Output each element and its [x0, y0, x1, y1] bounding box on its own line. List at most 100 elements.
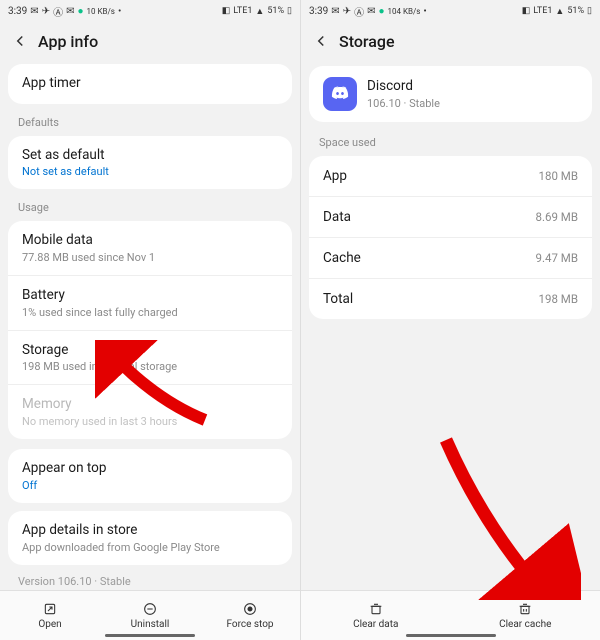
btn-label: Clear cache: [499, 619, 551, 630]
kv-val: 9.47 MB: [536, 251, 578, 265]
stop-circle-icon: [242, 601, 258, 617]
row-label: App details in store: [22, 522, 278, 540]
status-time: 3:39: [8, 6, 27, 17]
row-label: Battery: [22, 287, 278, 305]
status-icon: ✉: [367, 6, 375, 17]
row-data-size: Data 8.69 MB: [309, 197, 592, 238]
battery-pct: 51%: [567, 6, 584, 16]
status-more: •: [118, 6, 121, 17]
status-icon: ✉: [66, 6, 74, 17]
battery-icon: ▯: [287, 6, 292, 16]
status-icon: Ⓐ: [354, 4, 364, 19]
kv-val: 8.69 MB: [536, 210, 578, 224]
app-name: Discord: [367, 78, 440, 96]
bottom-bar: Open Uninstall Force stop: [0, 590, 300, 640]
btn-label: Uninstall: [131, 619, 170, 630]
trash-cache-icon: [517, 601, 533, 617]
row-label: Storage: [22, 342, 278, 360]
status-bar: 3:39 ✉ ✈ Ⓐ ✉ ● 104 KB/s • ◧ LTE1 ▲ 51% ▯: [301, 0, 600, 22]
page-title: App info: [38, 32, 98, 51]
back-button[interactable]: [10, 31, 30, 51]
wifi-icon: ◧: [522, 6, 531, 16]
kv-val: 180 MB: [539, 169, 578, 183]
app-version: 106.10 · Stable: [367, 97, 440, 110]
net-speed: 10 KB/s: [87, 7, 115, 16]
home-indicator[interactable]: [406, 634, 496, 637]
clear-cache-button[interactable]: Clear cache: [451, 591, 600, 640]
row-sub: No memory used in last 3 hours: [22, 415, 278, 428]
row-sub: 198 MB used in Internal storage: [22, 360, 278, 373]
status-icon: ✉: [30, 6, 38, 17]
content-scroll[interactable]: Discord 106.10 · Stable Space used App 1…: [301, 60, 600, 590]
net-speed: 104 KB/s: [388, 7, 421, 16]
screen-app-info: 3:39 ✉ ✈ Ⓐ ✉ ● 10 KB/s • ◧ LTE1 ▲ 51% ▯ …: [0, 0, 300, 640]
row-sub: Off: [22, 479, 278, 492]
row-label: Mobile data: [22, 232, 278, 250]
row-label: App timer: [22, 75, 278, 93]
row-label: Set as default: [22, 147, 278, 165]
kv-val: 198 MB: [539, 292, 578, 306]
row-sub: 1% used since last fully charged: [22, 306, 278, 319]
row-set-default[interactable]: Set as default Not set as default: [8, 136, 292, 190]
row-label: Appear on top: [22, 460, 278, 478]
btn-label: Force stop: [226, 619, 273, 630]
signal-icon: ▲: [255, 6, 264, 17]
open-icon: [42, 601, 58, 617]
minus-circle-icon: [142, 601, 158, 617]
telegram-icon: ✈: [42, 6, 50, 17]
lte-label: LTE1: [233, 6, 252, 16]
status-time: 3:39: [309, 6, 328, 17]
version-label: Version 106.10 · Stable: [0, 569, 300, 590]
row-sub: Not set as default: [22, 165, 278, 178]
clear-data-button[interactable]: Clear data: [301, 591, 451, 640]
screen-storage: 3:39 ✉ ✈ Ⓐ ✉ ● 104 KB/s • ◧ LTE1 ▲ 51% ▯…: [300, 0, 600, 640]
uninstall-button[interactable]: Uninstall: [100, 591, 200, 640]
row-total-size: Total 198 MB: [309, 279, 592, 319]
kv-key: Data: [323, 209, 351, 225]
telegram-icon: ✈: [343, 6, 351, 17]
page-title: Storage: [339, 32, 395, 51]
status-icon: Ⓐ: [53, 4, 63, 19]
row-app-timer[interactable]: App timer: [8, 64, 292, 104]
kv-key: Cache: [323, 250, 361, 266]
open-button[interactable]: Open: [0, 591, 100, 640]
row-battery[interactable]: Battery 1% used since last fully charged: [8, 276, 292, 331]
status-more: •: [423, 6, 426, 17]
row-appear-on-top[interactable]: Appear on top Off: [8, 449, 292, 503]
status-icon: ●: [378, 6, 384, 17]
row-app-size: App 180 MB: [309, 156, 592, 197]
row-storage[interactable]: Storage 198 MB used in Internal storage: [8, 331, 292, 386]
battery-icon: ▯: [587, 6, 592, 16]
discord-icon: [323, 77, 357, 111]
row-sub: 77.88 MB used since Nov 1: [22, 251, 278, 264]
status-icon: ✉: [331, 6, 339, 17]
bottom-bar: Clear data Clear cache: [301, 590, 600, 640]
kv-key: Total: [323, 291, 353, 307]
lte-label: LTE1: [533, 6, 552, 16]
back-button[interactable]: [311, 31, 331, 51]
section-defaults: Defaults: [0, 108, 300, 132]
section-usage: Usage: [0, 193, 300, 217]
force-stop-button[interactable]: Force stop: [200, 591, 300, 640]
content-scroll[interactable]: App timer Defaults Set as default Not se…: [0, 60, 300, 590]
battery-pct: 51%: [267, 6, 284, 16]
row-app-details[interactable]: App details in store App downloaded from…: [8, 511, 292, 565]
row-sub: App downloaded from Google Play Store: [22, 541, 278, 554]
row-cache-size: Cache 9.47 MB: [309, 238, 592, 279]
row-mobile-data[interactable]: Mobile data 77.88 MB used since Nov 1: [8, 221, 292, 276]
home-indicator[interactable]: [105, 634, 195, 637]
row-memory[interactable]: Memory No memory used in last 3 hours: [8, 385, 292, 439]
app-header-row: Discord 106.10 · Stable: [309, 66, 592, 122]
status-bar: 3:39 ✉ ✈ Ⓐ ✉ ● 10 KB/s • ◧ LTE1 ▲ 51% ▯: [0, 0, 300, 22]
btn-label: Clear data: [353, 619, 398, 630]
wifi-icon: ◧: [222, 6, 231, 16]
signal-icon: ▲: [555, 6, 564, 17]
header: Storage: [301, 22, 600, 60]
section-space-used: Space used: [301, 128, 600, 152]
kv-key: App: [323, 168, 347, 184]
status-icon: ●: [77, 6, 83, 17]
header: App info: [0, 22, 300, 60]
trash-data-icon: [368, 601, 384, 617]
btn-label: Open: [38, 619, 61, 630]
row-label: Memory: [22, 396, 278, 414]
